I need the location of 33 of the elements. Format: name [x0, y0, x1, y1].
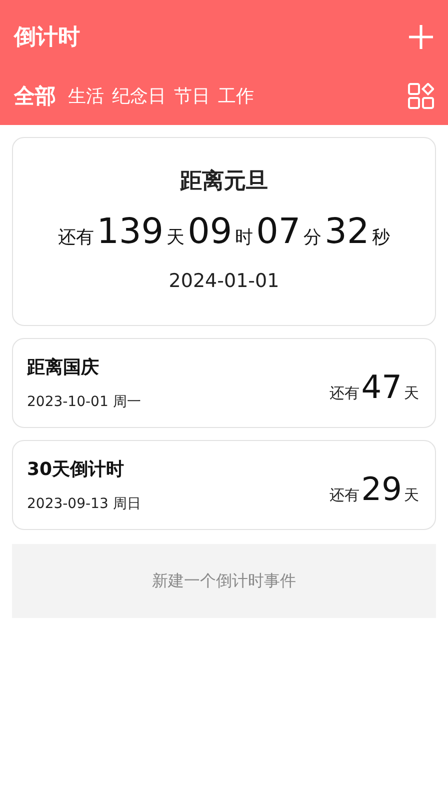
countdown-number: 32: [324, 212, 370, 252]
app-title: 倒计时: [14, 24, 80, 52]
countdown-number: 139: [96, 212, 164, 252]
event-title: 距离国庆: [27, 356, 100, 379]
event-card[interactable]: 30天倒计时 2023-09-13 周日 还有 29 天: [12, 440, 436, 530]
prefix-label: 还有: [329, 384, 360, 403]
add-icon[interactable]: [408, 24, 434, 50]
event-date: 2023-10-01 周一: [27, 393, 141, 411]
unit-label: 天: [166, 226, 185, 249]
countdown-number: 09: [188, 212, 232, 252]
featured-countdown-card[interactable]: 距离元旦 还有 139 天 09 时 07 分 32 秒 2024-01-01: [12, 137, 436, 326]
countdown-number: 47: [361, 368, 402, 406]
event-title: 30天倒计时: [27, 458, 126, 481]
countdown-number: 29: [361, 470, 402, 508]
event-date: 2023-09-13 周日: [27, 495, 141, 513]
event-title: 距离元旦: [180, 168, 268, 196]
unit-label: 秒: [372, 226, 390, 249]
category-tab[interactable]: 节日: [174, 84, 210, 108]
category-tab[interactable]: 全部: [14, 82, 56, 110]
unit-label: 分: [304, 226, 322, 249]
countdown-number: 07: [256, 212, 301, 252]
unit-label: 天: [404, 486, 419, 505]
prefix-label: 还有: [58, 226, 94, 249]
new-event-button[interactable]: 新建一个倒计时事件: [12, 544, 436, 618]
grid-icon[interactable]: [408, 83, 434, 109]
category-tab[interactable]: 生活: [68, 84, 104, 108]
unit-label: 时: [235, 226, 254, 249]
category-tab[interactable]: 工作: [218, 84, 254, 108]
event-date: 2024-01-01: [168, 270, 280, 292]
unit-label: 天: [404, 384, 419, 403]
category-tab[interactable]: 纪念日: [112, 84, 166, 108]
prefix-label: 还有: [329, 486, 360, 505]
event-card[interactable]: 距离国庆 2023-10-01 周一 还有 47 天: [12, 338, 436, 428]
